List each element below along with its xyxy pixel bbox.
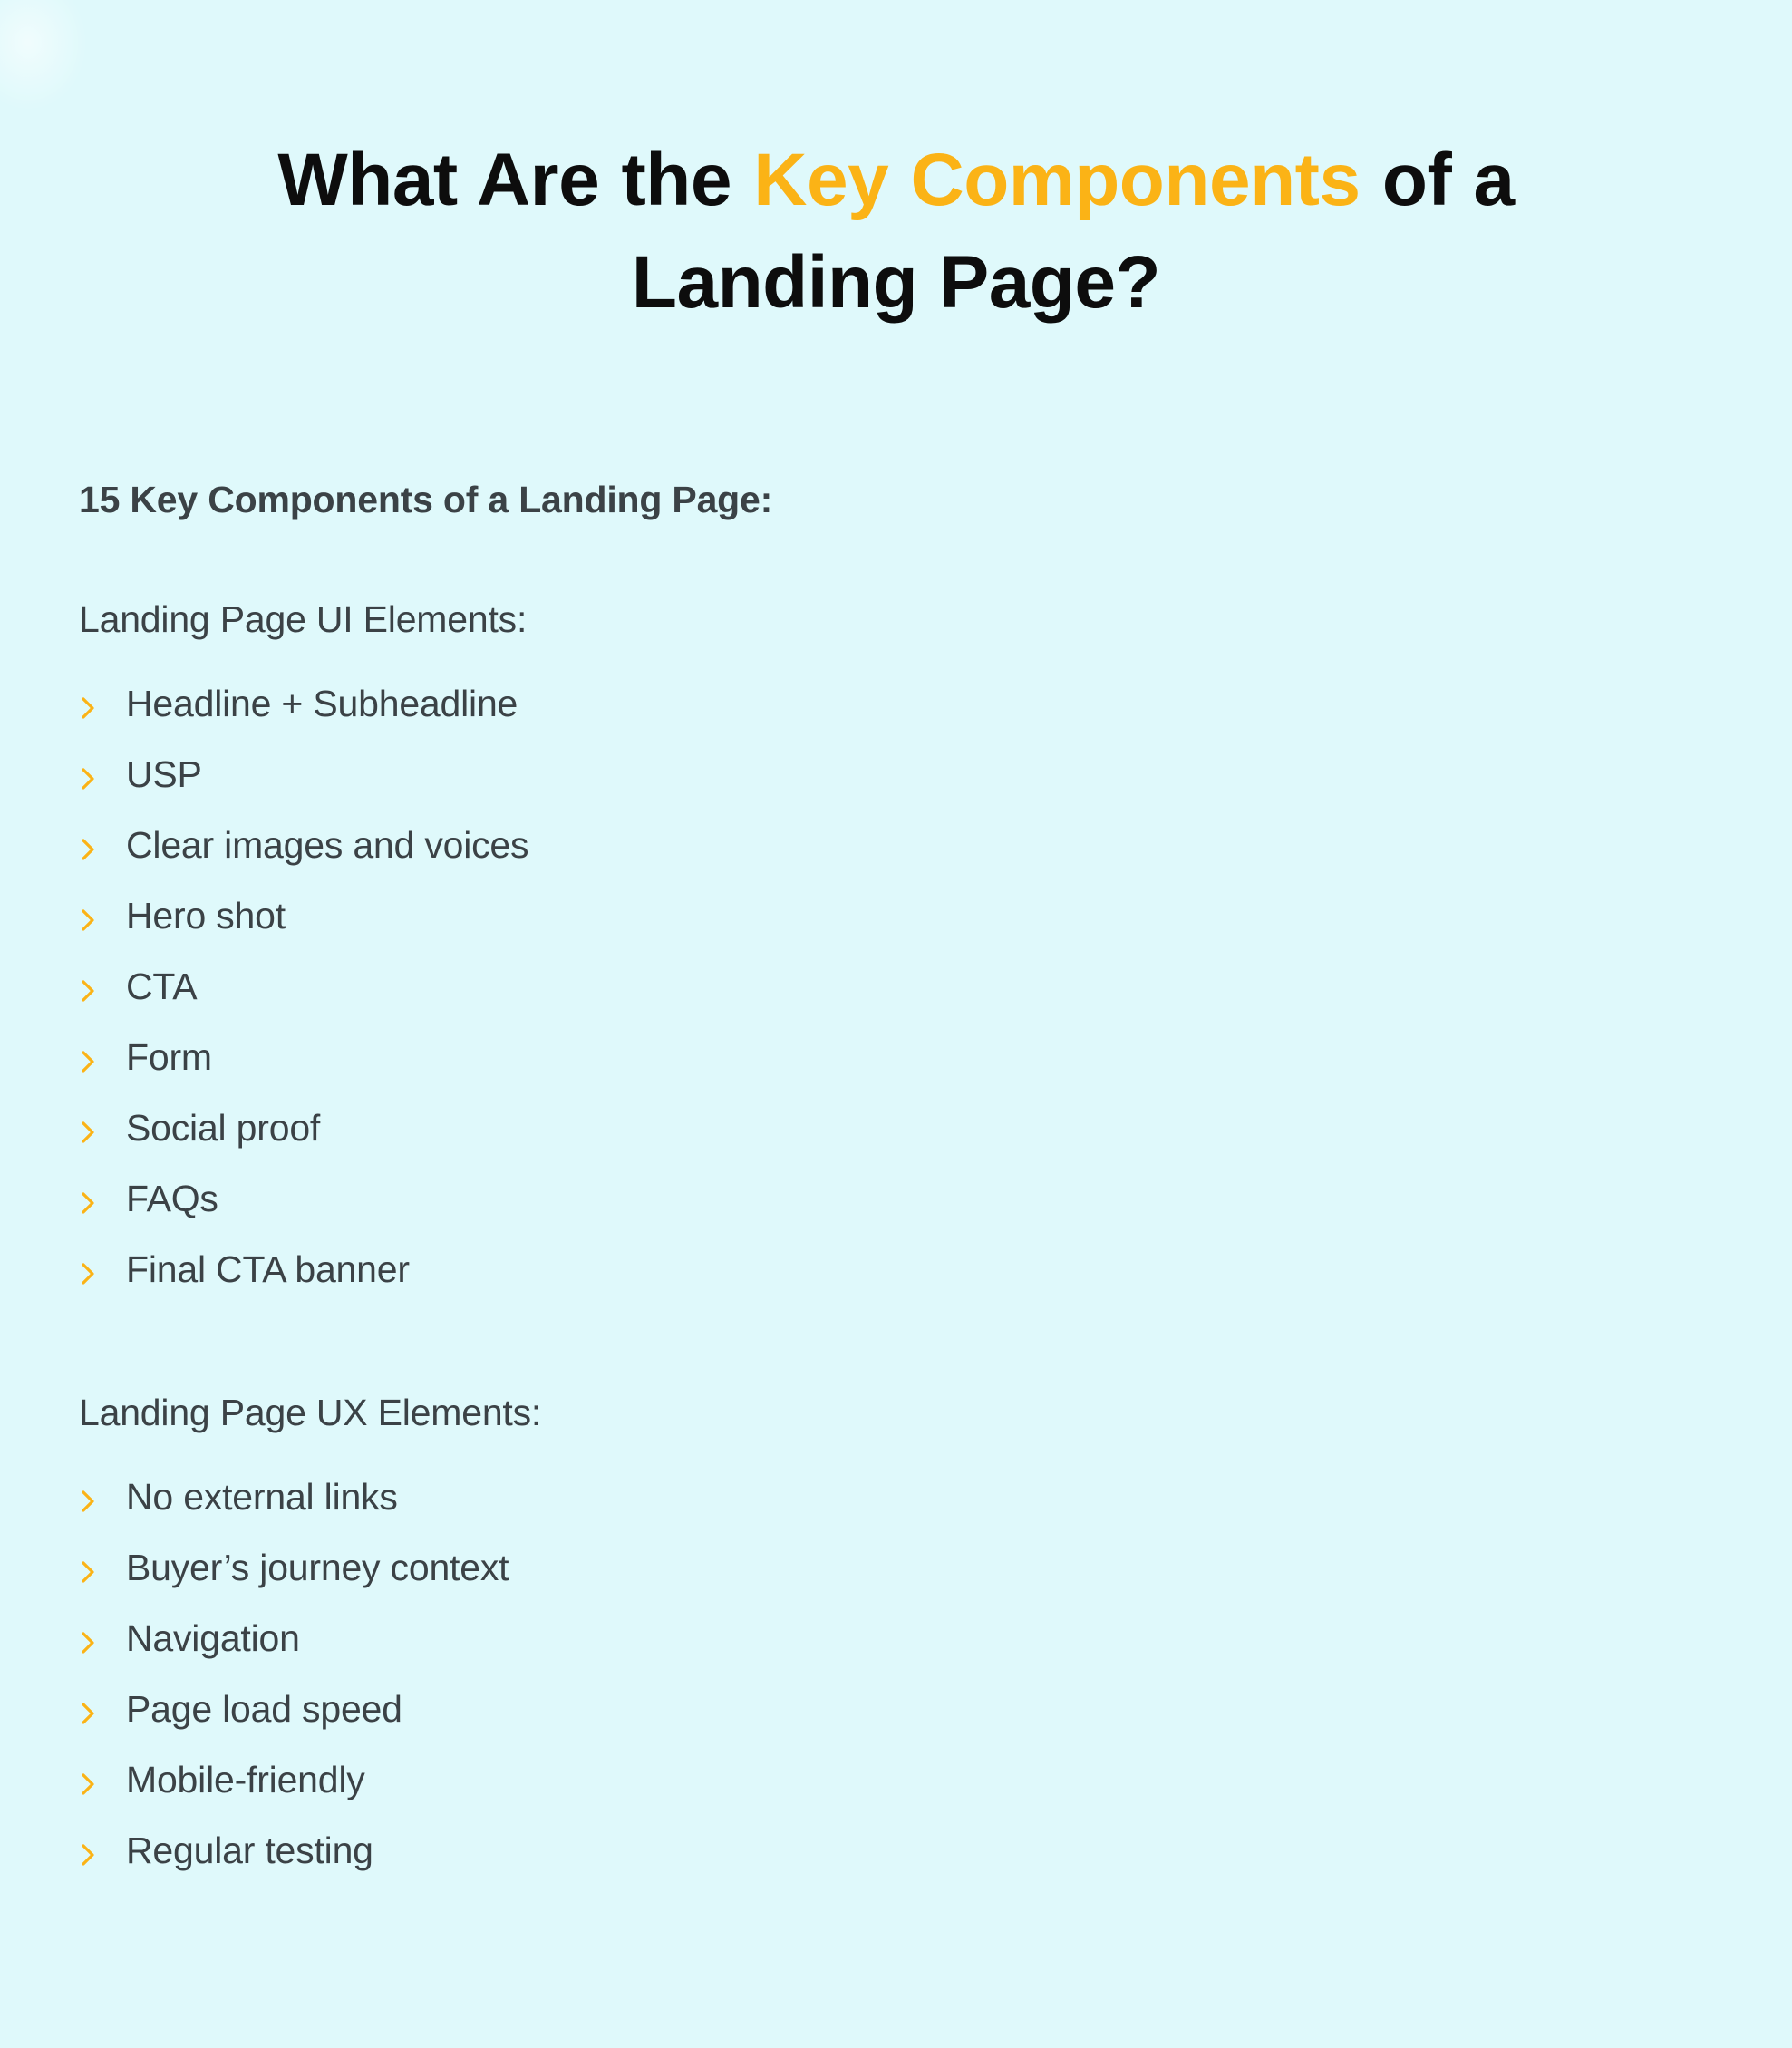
- bullet-list-ui: Headline + Subheadline USP Clear images …: [79, 643, 1620, 1305]
- title-block: What Are the Key Components of a Landing…: [0, 129, 1792, 334]
- group-heading-ui: Landing Page UI Elements:: [79, 598, 528, 640]
- list-item[interactable]: Form: [79, 1022, 1620, 1092]
- chevron-right-icon: [79, 838, 99, 861]
- chevron-right-icon: [79, 767, 99, 791]
- list-item[interactable]: Page load speed: [79, 1674, 1620, 1744]
- corner-artifact: [0, 0, 87, 111]
- list-item-label: CTA: [126, 966, 198, 1007]
- chevron-right-icon: [79, 1560, 99, 1584]
- chevron-right-icon: [79, 1772, 99, 1796]
- list-item[interactable]: Clear images and voices: [79, 810, 1620, 880]
- list-item-label: USP: [126, 753, 202, 795]
- page-title-part1: What Are the: [277, 139, 754, 221]
- list-item-label: Mobile-friendly: [126, 1759, 365, 1800]
- chevron-right-icon: [79, 1191, 99, 1215]
- chevron-right-icon: [79, 908, 99, 932]
- content-area: 15 Key Components of a Landing Page: Lan…: [79, 476, 1620, 1886]
- group-ux-elements: Landing Page UX Elements: No external li…: [79, 1305, 1620, 1886]
- chevron-right-icon: [79, 1121, 99, 1144]
- list-item-label: Buyer’s journey context: [126, 1547, 509, 1588]
- list-item[interactable]: CTA: [79, 951, 1620, 1022]
- chevron-right-icon: [79, 1843, 99, 1867]
- list-item[interactable]: Mobile-friendly: [79, 1744, 1620, 1815]
- list-item-label: Regular testing: [126, 1830, 373, 1871]
- list-item-label: No external links: [126, 1476, 398, 1518]
- chevron-right-icon: [79, 979, 99, 1003]
- list-item-label: Navigation: [126, 1617, 300, 1659]
- chevron-right-icon: [79, 696, 99, 720]
- chevron-right-icon: [79, 1631, 99, 1655]
- page-title: What Are the Key Components of a Landing…: [181, 129, 1611, 334]
- page-title-accent: Key Components: [753, 139, 1361, 221]
- list-item[interactable]: Final CTA banner: [79, 1234, 1620, 1305]
- chevron-right-icon: [79, 1262, 99, 1286]
- list-item-label: Social proof: [126, 1107, 321, 1149]
- list-item-label: Headline + Subheadline: [126, 683, 518, 724]
- bullet-list-ux: No external links Buyer’s journey contex…: [79, 1436, 1620, 1886]
- list-item-label: Clear images and voices: [126, 824, 529, 866]
- group-ui-elements: Landing Page UI Elements: Headline + Sub…: [79, 523, 1620, 1305]
- chevron-right-icon: [79, 1050, 99, 1073]
- list-item[interactable]: Social proof: [79, 1092, 1620, 1163]
- list-item[interactable]: No external links: [79, 1461, 1620, 1532]
- list-item[interactable]: Navigation: [79, 1603, 1620, 1674]
- list-item-label: Hero shot: [126, 895, 286, 937]
- list-item[interactable]: Headline + Subheadline: [79, 668, 1620, 739]
- components-count-heading: 15 Key Components of a Landing Page:: [79, 479, 773, 520]
- chevron-right-icon: [79, 1702, 99, 1725]
- list-item[interactable]: Regular testing: [79, 1815, 1620, 1886]
- chevron-right-icon: [79, 1490, 99, 1513]
- list-item-label: FAQs: [126, 1178, 218, 1219]
- list-item-label: Final CTA banner: [126, 1248, 410, 1290]
- list-item-label: Form: [126, 1036, 212, 1078]
- infographic-page: What Are the Key Components of a Landing…: [0, 0, 1792, 2048]
- list-item[interactable]: USP: [79, 739, 1620, 810]
- list-item[interactable]: FAQs: [79, 1163, 1620, 1234]
- list-item-label: Page load speed: [126, 1688, 402, 1730]
- group-heading-ux: Landing Page UX Elements:: [79, 1392, 542, 1433]
- list-item[interactable]: Buyer’s journey context: [79, 1532, 1620, 1603]
- list-item[interactable]: Hero shot: [79, 880, 1620, 951]
